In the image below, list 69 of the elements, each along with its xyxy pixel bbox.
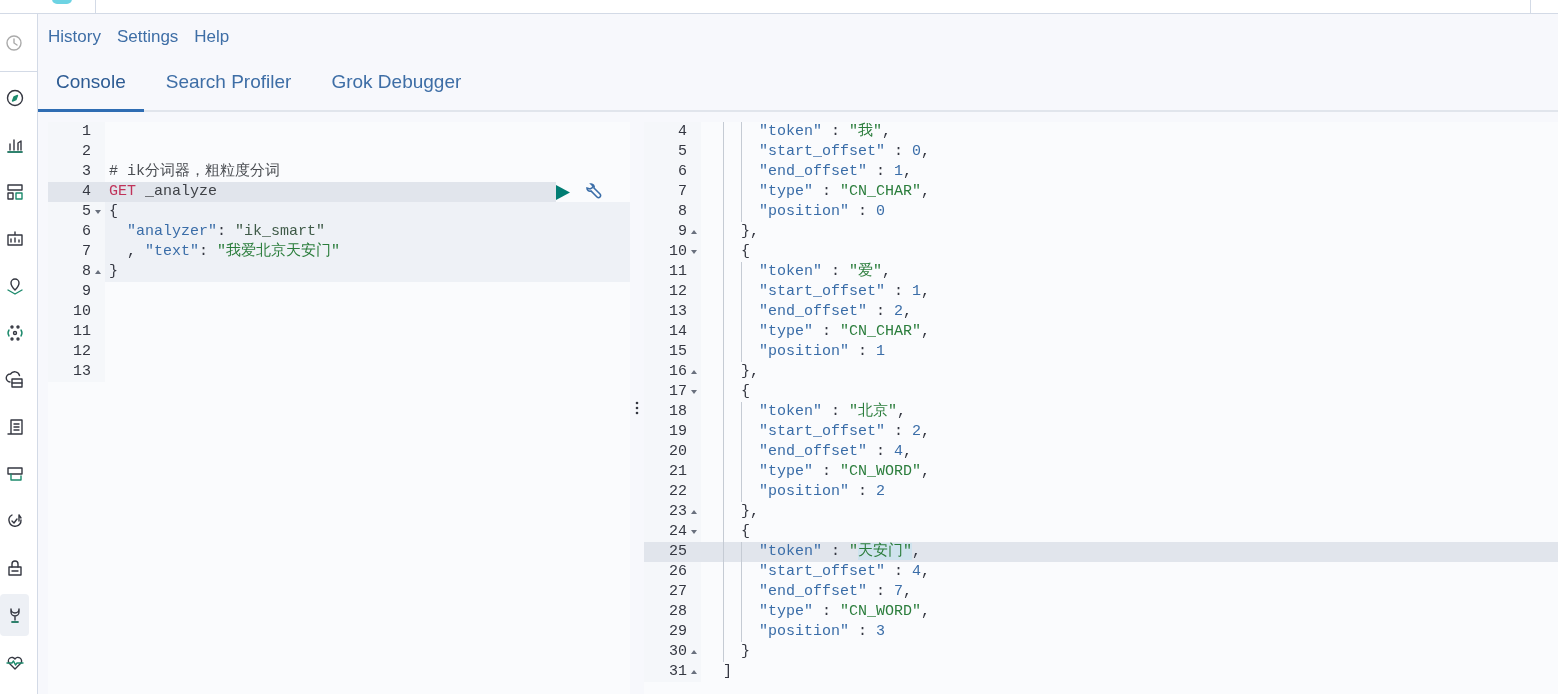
- line-number: 5: [81, 202, 91, 222]
- line-number: 21: [668, 462, 687, 482]
- fold-caret-icon[interactable]: [95, 270, 101, 274]
- canvas-icon: [4, 229, 25, 249]
- line-number: 13: [668, 302, 687, 322]
- line-number: 13: [72, 362, 91, 382]
- fold-caret-icon[interactable]: [691, 510, 697, 514]
- line-number: 6: [81, 222, 91, 242]
- line-number: 12: [72, 342, 91, 362]
- line-number: 24: [668, 522, 687, 542]
- fold-caret-icon[interactable]: [691, 530, 697, 534]
- line-number: 16: [668, 362, 687, 382]
- tab[interactable]: Search Profiler: [147, 54, 310, 112]
- menu-link[interactable]: History: [48, 27, 101, 54]
- tab[interactable]: Console: [38, 54, 144, 112]
- line-number: 31: [668, 662, 687, 682]
- line-number: 20: [668, 442, 687, 462]
- fold-caret-icon[interactable]: [95, 210, 101, 214]
- line-number: 18: [668, 402, 687, 422]
- tab[interactable]: Grok Debugger: [313, 54, 480, 112]
- fold-caret-icon[interactable]: [691, 650, 697, 654]
- fold-caret-icon[interactable]: [691, 390, 697, 394]
- menu-link[interactable]: Help: [194, 27, 230, 54]
- line-number: 2: [81, 142, 91, 162]
- line-number: 30: [668, 642, 687, 662]
- nav-item[interactable]: [0, 594, 29, 636]
- drag-handle-icon[interactable]: [635, 401, 639, 415]
- line-number: 6: [677, 162, 687, 182]
- cloud-icon: [4, 370, 25, 390]
- code-line: ]: [722, 662, 733, 682]
- nodes-icon: [4, 323, 25, 343]
- monitor-icon: [4, 464, 25, 484]
- line-number: 29: [668, 622, 687, 642]
- menu-link[interactable]: Settings: [116, 27, 179, 54]
- line-number: 17: [668, 382, 687, 402]
- line-number: 22: [668, 482, 687, 502]
- line-number: 10: [668, 242, 687, 262]
- line-number: 26: [668, 562, 687, 582]
- compass-icon: [4, 88, 25, 108]
- line-number: 27: [668, 582, 687, 602]
- line-number: 3: [81, 162, 91, 182]
- line-number: 14: [668, 322, 687, 342]
- line-number: 8: [81, 262, 91, 282]
- line-number: 5: [677, 142, 687, 162]
- line-number: 1: [81, 122, 91, 142]
- clock-icon: [4, 32, 24, 53]
- line-number: 25: [668, 542, 687, 562]
- dashboard-icon: [4, 182, 25, 202]
- code-line: # ik分词器，粗粒度分词: [108, 162, 281, 182]
- line-number: 19: [668, 422, 687, 442]
- line-number: 7: [81, 242, 91, 262]
- line-number: 9: [81, 282, 91, 302]
- line-number: 7: [677, 182, 687, 202]
- line-number: 4: [81, 182, 91, 202]
- line-number: 8: [677, 202, 687, 222]
- fold-caret-icon[interactable]: [691, 370, 697, 374]
- line-number: 11: [72, 322, 91, 342]
- fold-caret-icon[interactable]: [691, 230, 697, 234]
- line-number: 10: [72, 302, 91, 322]
- line-number: 28: [668, 602, 687, 622]
- line-number: 15: [668, 342, 687, 362]
- line-number: 11: [668, 262, 687, 282]
- line-number: 4: [677, 122, 687, 142]
- fold-caret-icon[interactable]: [691, 250, 697, 254]
- line-number: 9: [677, 222, 687, 242]
- scroll-icon: [4, 417, 25, 437]
- line-number: 23: [668, 502, 687, 522]
- line-number: 12: [668, 282, 687, 302]
- fold-caret-icon[interactable]: [691, 670, 697, 674]
